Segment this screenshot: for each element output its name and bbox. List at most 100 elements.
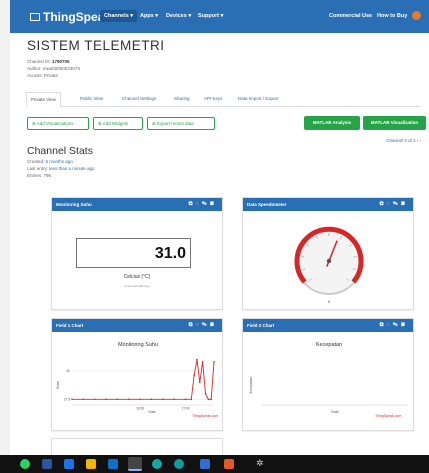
chart-title: Kecepatan bbox=[316, 342, 342, 348]
data-point bbox=[150, 398, 153, 401]
y-axis-label: Suhu bbox=[56, 381, 60, 389]
x-tick-label: 17:00 bbox=[182, 407, 190, 411]
pencil-icon[interactable]: ✎ bbox=[393, 322, 401, 328]
numeric-display-unit: Celcius (°C) bbox=[123, 274, 151, 280]
tab-public-view[interactable]: Public View bbox=[80, 96, 103, 101]
last-entry-label: Last entry: bbox=[27, 166, 49, 171]
tab-data-import-export[interactable]: Data Import / Export bbox=[238, 96, 278, 101]
data-point bbox=[184, 398, 187, 401]
data-point bbox=[204, 392, 207, 395]
data-point bbox=[190, 398, 193, 401]
access-label: Access: bbox=[27, 73, 43, 78]
export-recent-data-button[interactable]: ⊕ Export recent data bbox=[147, 117, 215, 130]
chrome-icon[interactable] bbox=[128, 457, 142, 471]
tab-channel-settings[interactable]: Channel Settings bbox=[122, 96, 156, 101]
access-value: Private bbox=[44, 73, 59, 78]
field-2-line-chart: Kecepatan Kecepatan Date ThingSpeak.com bbox=[249, 342, 408, 418]
add-visualizations-button[interactable]: ⊕ Add Visualizations bbox=[27, 117, 89, 130]
file-explorer-icon[interactable] bbox=[86, 459, 96, 469]
tab-sharing[interactable]: Sharing bbox=[174, 96, 190, 101]
created-value: 6 months ago bbox=[45, 159, 73, 164]
widget-actions: ⧉◌✎✖ bbox=[380, 201, 408, 208]
external-link-icon[interactable]: ⧉ bbox=[380, 322, 387, 328]
field-2-chart-widget: Field 2 Chart ⧉◌✎✖ Kecepatan Kecepatan D… bbox=[242, 318, 414, 431]
channel-title: SISTEM TELEMETRI bbox=[27, 38, 165, 53]
widget-header: Monitoring Suhu ⧉◌✎✖ bbox=[52, 198, 222, 211]
app-icon[interactable] bbox=[64, 459, 74, 469]
stat-last-entry: Last entry: less than a minute ago bbox=[27, 166, 95, 171]
pencil-icon[interactable]: ✎ bbox=[202, 201, 210, 207]
app-icon-4[interactable] bbox=[200, 459, 210, 469]
tab-api-keys[interactable]: API Keys bbox=[204, 96, 223, 101]
widget-header: Data Speedometer ⧉◌✎✖ bbox=[243, 198, 413, 211]
close-icon[interactable]: ✖ bbox=[210, 201, 217, 207]
external-link-icon[interactable]: ⧉ bbox=[189, 322, 196, 328]
widget-actions: ⧉◌✎✖ bbox=[189, 201, 217, 208]
nav-commercial-use[interactable]: Commercial Use bbox=[329, 13, 372, 19]
data-point bbox=[128, 398, 130, 401]
y-axis-ticks: 27.5 40 bbox=[64, 369, 70, 401]
close-icon[interactable]: ✖ bbox=[401, 322, 408, 328]
close-icon[interactable]: ✖ bbox=[401, 201, 408, 207]
add-widgets-button[interactable]: ⊕ Add Widgets bbox=[93, 117, 143, 130]
widget-title: Field 1 Chart bbox=[56, 323, 84, 328]
nav-how-to-buy[interactable]: How to Buy bbox=[377, 13, 407, 19]
y-tick-label: 40 bbox=[66, 369, 70, 373]
widget-actions: ⧉◌✎✖ bbox=[380, 322, 408, 329]
user-avatar-icon[interactable] bbox=[412, 11, 421, 20]
app-icon-5[interactable] bbox=[224, 459, 234, 469]
top-navbar: ThingSpeak™ Channels ▾ Apps ▾ Devices ▾ … bbox=[10, 0, 429, 33]
monitoring-suhu-widget: Monitoring Suhu ⧉◌✎✖ 31.0 Celcius (°C) a… bbox=[51, 197, 223, 310]
widget-header: Field 1 Chart ⧉◌✎✖ bbox=[52, 319, 222, 332]
nav-apps[interactable]: Apps ▾ bbox=[140, 13, 158, 19]
gauge-hub bbox=[326, 258, 332, 264]
stat-entries: Entries: 796 bbox=[27, 173, 51, 178]
x-axis-ticks: 16:00 17:00 bbox=[136, 407, 190, 411]
channel-id-label: Channel ID: bbox=[27, 59, 51, 64]
pencil-icon[interactable]: ✎ bbox=[393, 201, 401, 207]
chart-credit[interactable]: ThingSpeak.com bbox=[375, 414, 401, 418]
x-axis-label: Date bbox=[331, 410, 338, 414]
x-tick-label: 16:00 bbox=[136, 407, 144, 411]
data-point bbox=[105, 398, 107, 401]
chart-credit[interactable]: ThingSpeak.com bbox=[192, 414, 218, 418]
channel-id-value: 1790705 bbox=[52, 59, 70, 64]
data-point bbox=[71, 398, 73, 401]
matlab-visualization-button[interactable]: MATLAB Visualization bbox=[363, 116, 426, 130]
external-link-icon[interactable]: ⧉ bbox=[380, 201, 387, 207]
field-1-chart-widget: Field 1 Chart ⧉◌✎✖ Monitoring Suhu Suhu … bbox=[51, 318, 223, 431]
nav-devices[interactable]: Devices ▾ bbox=[166, 13, 191, 19]
data-point bbox=[213, 361, 215, 363]
word-icon[interactable] bbox=[42, 459, 52, 469]
entries-label: Entries: bbox=[27, 173, 43, 178]
tab-private-view[interactable]: Private View bbox=[26, 92, 61, 107]
field-1-line-chart: Monitoring Suhu Suhu Date ThingSpeak.com… bbox=[56, 342, 218, 418]
nav-support[interactable]: Support ▾ bbox=[198, 13, 223, 19]
data-point bbox=[173, 398, 176, 401]
numeric-display-updated: a few seconds ago bbox=[124, 284, 150, 288]
app-icon-3[interactable] bbox=[174, 459, 184, 469]
data-speedometer-widget: Data Speedometer ⧉◌✎✖ 0 bbox=[242, 197, 414, 310]
settings-gear-icon[interactable]: ✲ bbox=[256, 458, 264, 468]
gauge-value-label: 0 bbox=[328, 299, 331, 304]
app-icon-2[interactable] bbox=[152, 459, 162, 469]
widget-title: Monitoring Suhu bbox=[56, 202, 92, 207]
external-link-icon[interactable]: ⧉ bbox=[189, 201, 196, 207]
mail-icon[interactable] bbox=[108, 459, 118, 469]
author-value: mwa0000002307S bbox=[42, 66, 81, 71]
close-icon[interactable]: ✖ bbox=[210, 322, 217, 328]
whatsapp-icon[interactable] bbox=[20, 459, 30, 469]
widget-actions: ⧉◌✎✖ bbox=[189, 322, 217, 329]
matlab-analysis-button[interactable]: MATLAB Analysis bbox=[304, 116, 360, 130]
data-point bbox=[116, 398, 119, 401]
y-axis-label: Kecepatan bbox=[249, 377, 253, 394]
widget-header: Field 2 Chart ⧉◌✎✖ bbox=[243, 319, 413, 332]
chart-title: Monitoring Suhu bbox=[118, 342, 158, 348]
nav-channels[interactable]: Channels ▾ bbox=[100, 10, 138, 22]
channel-pager[interactable]: Channel 3 of 3 ‹ › bbox=[386, 138, 421, 143]
data-point bbox=[93, 398, 96, 401]
data-point bbox=[162, 398, 164, 401]
pencil-icon[interactable]: ✎ bbox=[202, 322, 210, 328]
widget-title: Field 2 Chart bbox=[247, 323, 275, 328]
data-point bbox=[196, 358, 198, 361]
